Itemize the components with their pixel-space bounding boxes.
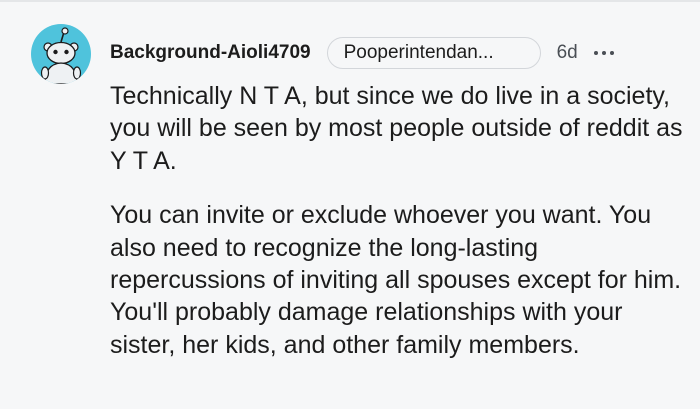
reddit-snoo-icon xyxy=(40,27,82,84)
dot xyxy=(609,51,614,55)
comment: Background-Aioli4709 Pooperintendan... 6… xyxy=(0,0,700,409)
comment-body: Technically N T A, but since we do live … xyxy=(110,80,685,361)
more-options-icon[interactable] xyxy=(593,43,614,63)
comment-paragraph: You can invite or exclude whoever you wa… xyxy=(110,201,682,359)
comment-header: Background-Aioli4709 Pooperintendan... 6… xyxy=(110,36,680,70)
username-link[interactable]: Background-Aioli4709 xyxy=(110,42,311,64)
dot xyxy=(601,51,606,55)
user-flair: Pooperintendan... xyxy=(326,37,541,69)
comment-age[interactable]: 6d xyxy=(557,42,578,64)
dot xyxy=(593,51,598,55)
comment-paragraph: Technically N T A, but since we do live … xyxy=(110,82,683,175)
user-avatar[interactable] xyxy=(31,24,91,84)
